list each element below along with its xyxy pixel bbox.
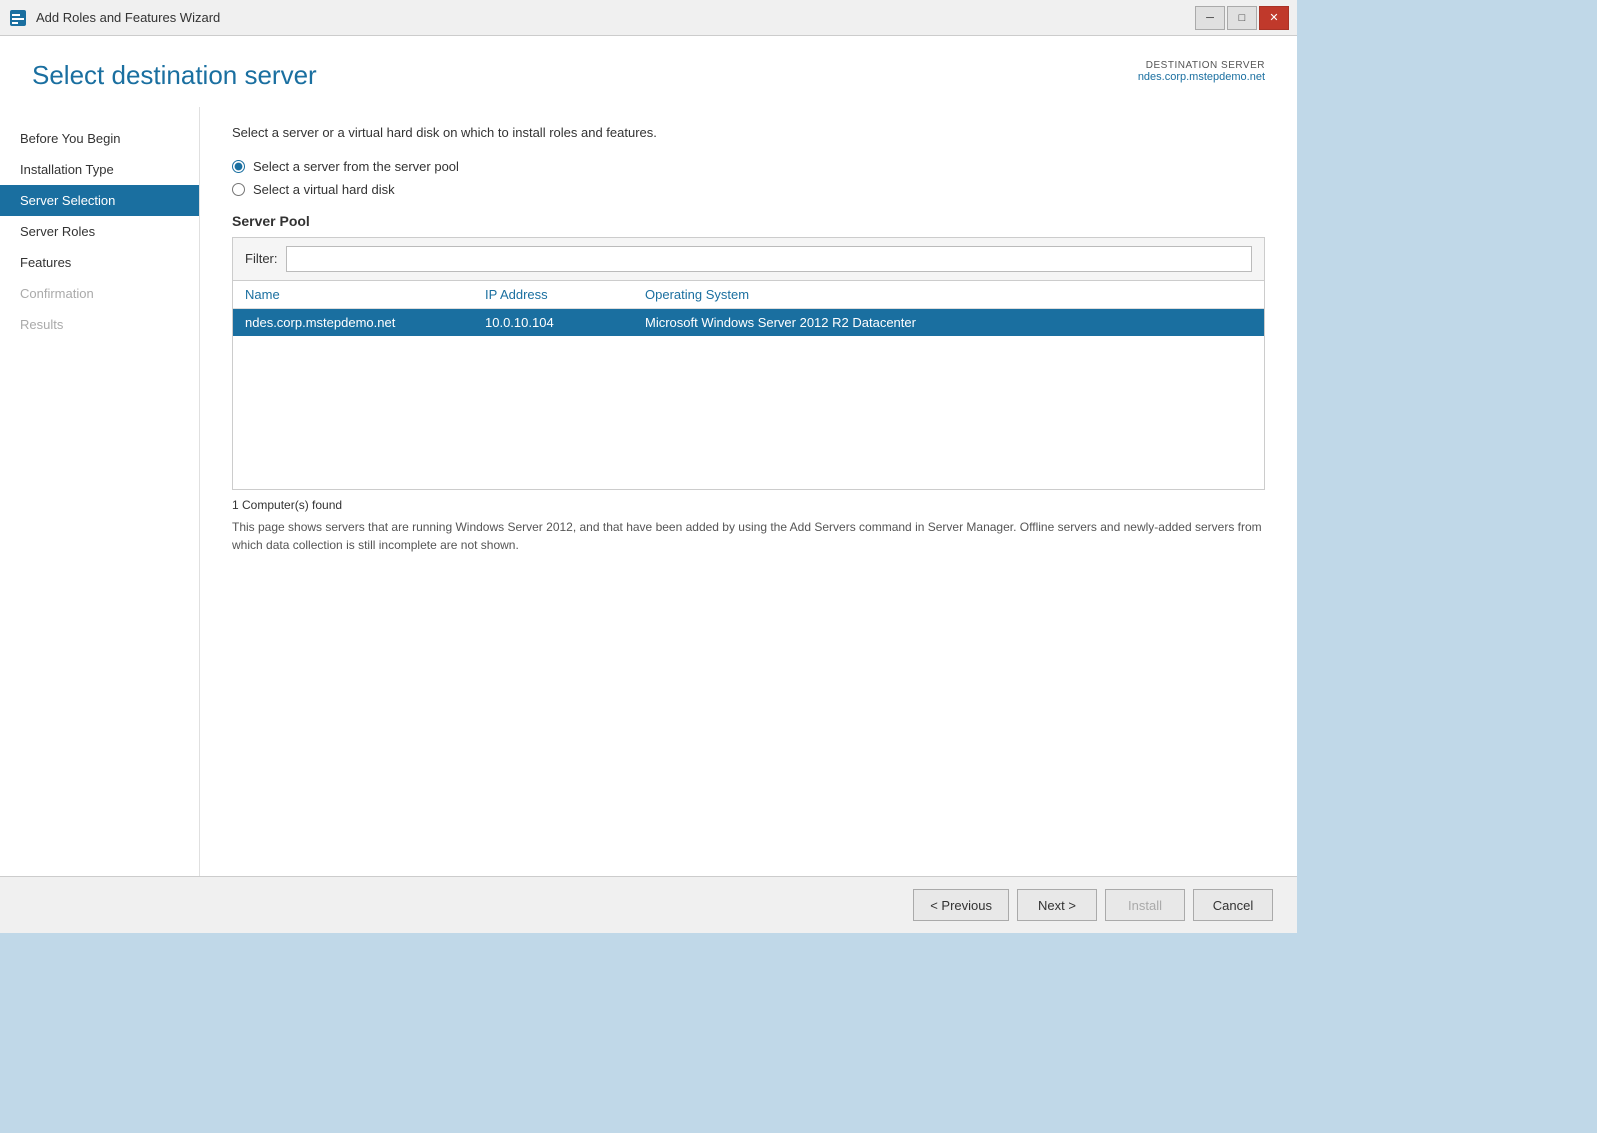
- radio-vhd-label: Select a virtual hard disk: [253, 182, 395, 197]
- server-pool-title: Server Pool: [232, 213, 1265, 229]
- window-title: Add Roles and Features Wizard: [36, 10, 220, 25]
- sidebar-item-installation-type[interactable]: Installation Type: [0, 154, 199, 185]
- main-content: Select a server or a virtual hard disk o…: [200, 107, 1297, 876]
- description-text: Select a server or a virtual hard disk o…: [232, 123, 1265, 143]
- sidebar: Before You BeginInstallation TypeServer …: [0, 107, 200, 876]
- computers-found: 1 Computer(s) found: [232, 498, 1265, 512]
- col-header-ip: IP Address: [485, 287, 645, 302]
- radio-server-pool-input[interactable]: [232, 160, 245, 173]
- radio-vhd-input[interactable]: [232, 183, 245, 196]
- sidebar-item-features[interactable]: Features: [0, 247, 199, 278]
- wizard-icon: [8, 8, 28, 28]
- row-name: ndes.corp.mstepdemo.net: [245, 315, 485, 330]
- sidebar-item-confirmation: Confirmation: [0, 278, 199, 309]
- previous-button[interactable]: < Previous: [913, 889, 1009, 921]
- col-header-name: Name: [245, 287, 485, 302]
- cancel-button[interactable]: Cancel: [1193, 889, 1273, 921]
- body: Before You BeginInstallation TypeServer …: [0, 107, 1297, 876]
- next-button[interactable]: Next >: [1017, 889, 1097, 921]
- server-pool-container: Filter: Name IP Address Operating System…: [232, 237, 1265, 490]
- page-title: Select destination server: [32, 60, 317, 91]
- destination-label: DESTINATION SERVER: [1138, 60, 1265, 71]
- minimize-button[interactable]: ─: [1195, 6, 1225, 30]
- table-header: Name IP Address Operating System: [233, 281, 1264, 309]
- restore-button[interactable]: □: [1227, 6, 1257, 30]
- pool-info: This page shows servers that are running…: [232, 518, 1265, 554]
- sidebar-item-results: Results: [0, 309, 199, 340]
- destination-server-info: DESTINATION SERVER ndes.corp.mstepdemo.n…: [1138, 60, 1265, 83]
- page-header: Select destination server DESTINATION SE…: [0, 36, 1297, 107]
- title-bar-left: Add Roles and Features Wizard: [8, 8, 220, 28]
- radio-server-pool[interactable]: Select a server from the server pool: [232, 159, 1265, 174]
- destination-name: ndes.corp.mstepdemo.net: [1138, 71, 1265, 83]
- row-os: Microsoft Windows Server 2012 R2 Datacen…: [645, 315, 1252, 330]
- title-bar: Add Roles and Features Wizard ─ □ ✕: [0, 0, 1297, 36]
- row-ip: 10.0.10.104: [485, 315, 645, 330]
- col-header-os: Operating System: [645, 287, 1252, 302]
- install-button[interactable]: Install: [1105, 889, 1185, 921]
- close-button[interactable]: ✕: [1259, 6, 1289, 30]
- window-controls: ─ □ ✕: [1195, 6, 1289, 30]
- filter-label: Filter:: [245, 251, 278, 266]
- filter-row: Filter:: [233, 238, 1264, 281]
- filter-input[interactable]: [286, 246, 1253, 272]
- footer: < Previous Next > Install Cancel: [0, 876, 1297, 933]
- sidebar-item-before-you-begin[interactable]: Before You Begin: [0, 123, 199, 154]
- main-window: Select destination server DESTINATION SE…: [0, 36, 1297, 933]
- radio-vhd[interactable]: Select a virtual hard disk: [232, 182, 1265, 197]
- sidebar-item-server-selection[interactable]: Server Selection: [0, 185, 199, 216]
- table-row[interactable]: ndes.corp.mstepdemo.net 10.0.10.104 Micr…: [233, 309, 1264, 336]
- radio-server-pool-label: Select a server from the server pool: [253, 159, 459, 174]
- sidebar-item-server-roles[interactable]: Server Roles: [0, 216, 199, 247]
- radio-group: Select a server from the server pool Sel…: [232, 159, 1265, 197]
- table-body: ndes.corp.mstepdemo.net 10.0.10.104 Micr…: [233, 309, 1264, 489]
